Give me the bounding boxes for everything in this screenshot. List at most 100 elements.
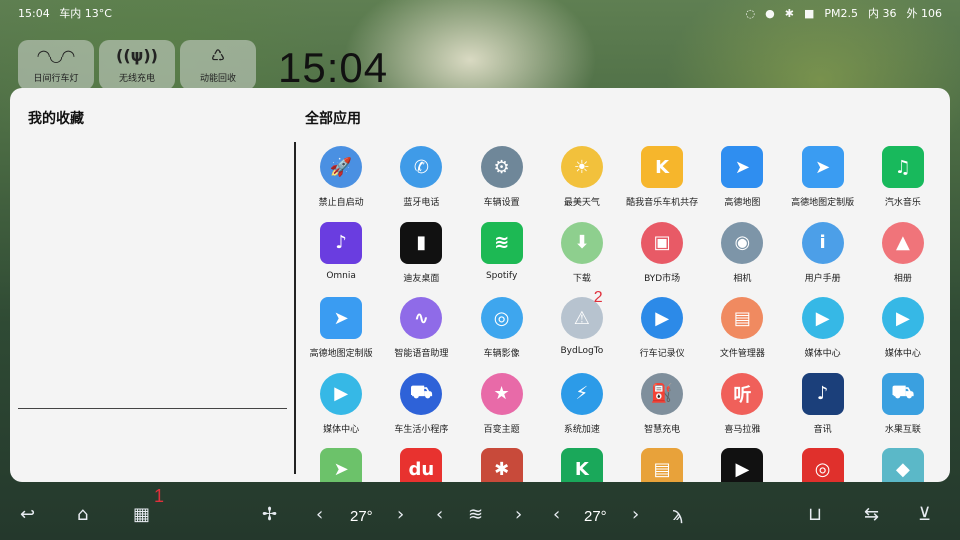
tile-wireless-charging[interactable]: ((ψ)) 无线充电 [99, 40, 175, 90]
status-bar: 15:04 车内 13°C ◌ ● ✱ ■ PM2.5 内 36 外 106 [0, 0, 960, 24]
app-item[interactable]: ➤ [301, 448, 381, 482]
app-item[interactable]: K 酷我音乐车机共存 [622, 146, 702, 222]
app-item[interactable]: ✱ [462, 448, 542, 482]
app-item[interactable]: i 用户手册 [783, 221, 863, 298]
app-item[interactable]: ▶ [702, 448, 782, 482]
app-label: 智能语音助理 [394, 349, 449, 359]
media-icon: ▶ [881, 297, 924, 339]
app-item[interactable]: K [542, 448, 622, 482]
fan-icon[interactable]: ✢ [262, 504, 277, 525]
app-item[interactable]: ♪ Omnia [301, 221, 381, 298]
defrost-icon[interactable]: ϡ [672, 504, 683, 525]
lock-icon: ● [765, 6, 775, 20]
back-icon[interactable]: ↩ [20, 504, 35, 525]
app-label: 音讯 [813, 424, 832, 435]
app-label: 高德地图 [724, 198, 761, 208]
vertical-divider [294, 142, 296, 474]
recirculation-icon[interactable]: ⇆ [864, 504, 879, 525]
app-label: 喜马拉雅 [724, 424, 761, 435]
app-label: 百变主题 [483, 424, 520, 435]
app-item[interactable]: ➤ 高德地图定制版 [783, 146, 863, 222]
app-label: 酷我音乐车机共存 [626, 198, 699, 208]
app-item[interactable]: ➤ 高德地图 [702, 146, 782, 222]
download-icon: ⬇ [560, 221, 603, 264]
wifi-icon: ◌ [745, 6, 756, 20]
seat-heat-icon[interactable]: ⊔ [808, 504, 822, 525]
file-app-icon: ▤ [641, 448, 684, 482]
app-item[interactable]: ⬇ 下载 [542, 221, 622, 298]
app-item[interactable]: ★ 百变主题 [462, 372, 542, 449]
app-item[interactable]: ☀ 最美天气 [542, 146, 622, 222]
wireless-charging-icon: ((ψ)) [116, 46, 158, 65]
tile-label: 无线充电 [118, 74, 155, 84]
app-item[interactable]: ⚡ 系统加速 [542, 372, 622, 449]
app-grid: 🚀 禁止自启动 ✆ 蓝牙电话 ⚙ 车辆设置 ☀ 最美天气 K 酷我音乐车机共存 ➤ 高德地图 ➤ 高德地图… [301, 146, 943, 482]
app-label: 高德地图定制版 [309, 349, 373, 359]
app-item[interactable]: ⚙ 车辆设置 [462, 146, 542, 222]
tile-energy-recovery[interactable]: ♺ 动能回收 [180, 40, 256, 90]
app-item[interactable]: ▶ 行车记录仪 [622, 297, 702, 373]
kuwo-icon: K [641, 146, 684, 188]
gallery-icon: ▲ [881, 221, 924, 264]
app-item[interactable]: ♪ 音讯 [783, 372, 863, 449]
fan-up-icon[interactable]: › [515, 504, 522, 525]
app-item[interactable]: ➤ 高德地图定制版 [301, 297, 381, 373]
app-label: 蓝牙电话 [403, 198, 440, 208]
app-label: 下载 [572, 273, 591, 284]
soda-music-icon: ♫ [881, 146, 924, 188]
map-app-icon: ➤ [320, 448, 363, 482]
app-label: 迪友桌面 [403, 273, 440, 284]
apps-grid-icon[interactable]: ▦ [133, 504, 150, 525]
temp-left-down-icon[interactable]: ‹ [316, 504, 323, 525]
fan-down-icon[interactable]: ‹ [436, 504, 443, 525]
notification-badge: 2 [593, 289, 603, 306]
audio-icon: ♪ [801, 372, 844, 415]
app-item[interactable]: 听喜马拉雅 [702, 372, 782, 449]
app-item[interactable]: ♫ 汽水音乐 [863, 146, 943, 222]
app-item[interactable]: ▤ 文件管理器 [702, 297, 782, 373]
du-icon: du [400, 448, 443, 482]
app-label: Spotify [485, 270, 518, 281]
app-item[interactable]: 🚀 禁止自启动 [301, 146, 381, 222]
airflow-icon[interactable]: ≋ [468, 504, 483, 525]
app-label: 水果互联 [884, 424, 921, 435]
app-item[interactable]: ⚠ BydLogTo 2 [542, 289, 622, 373]
camera-icon: ■ [803, 6, 815, 20]
pm25-outside: 外 106 [906, 7, 943, 20]
app-item[interactable]: ▶ 媒体中心 [783, 297, 863, 373]
seat-vent-icon[interactable]: ⊻ [918, 504, 931, 525]
app-item[interactable]: ✆ 蓝牙电话 [381, 146, 461, 222]
status-time: 15:04 [18, 7, 50, 20]
app-item[interactable]: du [381, 448, 461, 482]
app-item[interactable]: ◉ 相机 [702, 221, 782, 298]
app-item[interactable]: ◎ [783, 448, 863, 482]
app-item[interactable]: ▶ 媒体中心 [301, 372, 381, 449]
person-icon: ✱ [784, 6, 794, 20]
app-item[interactable]: ≋ Spotify [462, 221, 542, 298]
app-item[interactable]: ▤ [622, 448, 702, 482]
dashcam-icon: ▶ [641, 297, 684, 339]
app-item[interactable]: ▲ 相册 [863, 221, 943, 298]
temp-right-down-icon[interactable]: ‹ [553, 504, 560, 525]
pm25-label: PM2.5 [824, 6, 858, 20]
app-label: 车生活小程序 [394, 424, 449, 435]
temp-left-up-icon[interactable]: › [397, 504, 404, 525]
temp-right-up-icon[interactable]: › [632, 504, 639, 525]
app-label: 媒体中心 [323, 424, 360, 435]
temperature-right: 27° [584, 508, 607, 525]
app-item[interactable]: ◆ [863, 448, 943, 482]
cabin-temperature: 车内 13°C [59, 7, 112, 20]
app-item[interactable]: ▮ 迪友桌面 [381, 221, 461, 298]
app-label: 文件管理器 [719, 349, 765, 359]
app-item[interactable]: ▣ BYD市场 [622, 221, 702, 298]
tile-daytime-lights[interactable]: ◠◡◠ 日间行车灯 [18, 40, 94, 90]
app-item[interactable]: ◎ 车辆影像 [462, 297, 542, 373]
k-app-icon: K [560, 448, 603, 482]
app-label: 系统加速 [563, 424, 600, 435]
app-item[interactable]: ▶ 媒体中心 [863, 297, 943, 373]
app-item[interactable]: ∿ 智能语音助理 [381, 297, 461, 373]
app-item[interactable]: ⛽ 智慧充电 [622, 372, 702, 449]
app-item[interactable]: ⛟ 车生活小程序 [381, 372, 461, 449]
app-item[interactable]: ⛟ 水果互联 [863, 372, 943, 449]
home-icon[interactable]: ⌂ [77, 504, 88, 525]
